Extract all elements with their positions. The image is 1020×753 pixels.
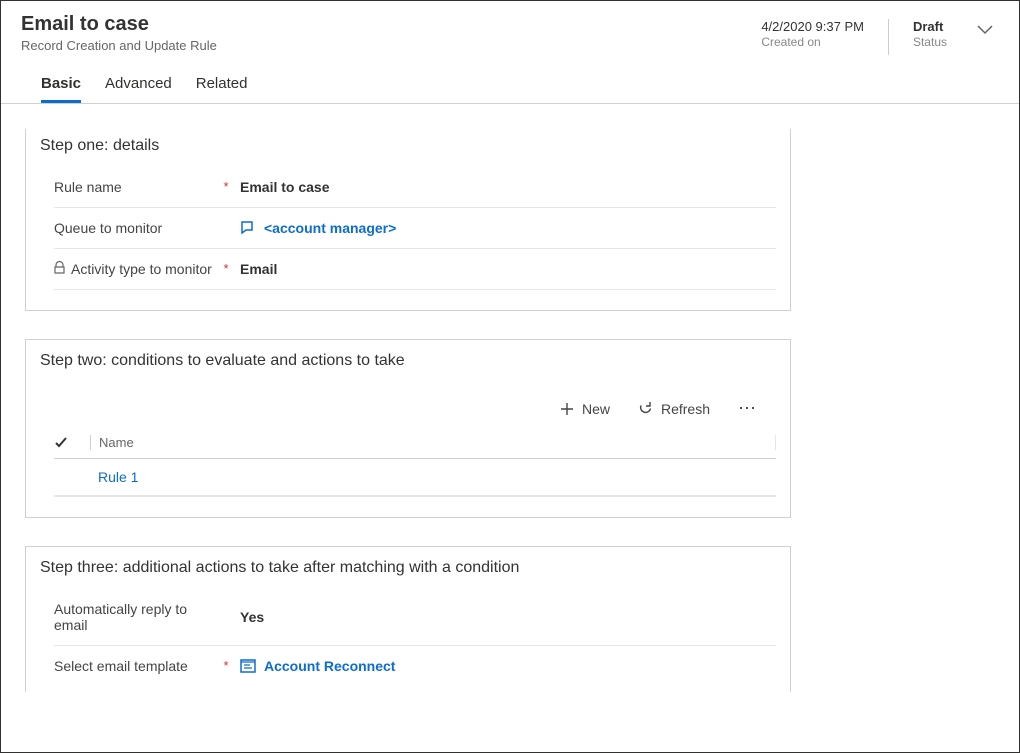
col-name-header[interactable]: Name <box>90 435 776 450</box>
created-on-label: Created on <box>761 35 864 49</box>
step-three-section: Step three: additional actions to take a… <box>25 546 791 692</box>
created-on-block: 4/2/2020 9:37 PM Created on <box>761 19 864 49</box>
chevron-down-icon[interactable] <box>971 19 999 41</box>
grid-header-row: Name <box>54 427 776 459</box>
field-auto-reply[interactable]: Automatically reply to email Yes <box>54 589 776 646</box>
step-two-toolbar: New Refresh ⋯ <box>40 382 776 427</box>
queue-icon <box>240 220 256 236</box>
title-block: Email to case Record Creation and Update… <box>21 13 761 103</box>
header-meta: 4/2/2020 9:37 PM Created on Draft Status <box>761 13 999 55</box>
required-mark: * <box>220 179 232 194</box>
table-row[interactable]: Rule 1 <box>54 459 776 496</box>
status-value: Draft <box>913 19 947 34</box>
step-two-section: Step two: conditions to evaluate and act… <box>25 339 791 518</box>
rule-link[interactable]: Rule 1 <box>90 469 776 485</box>
rule-name-value[interactable]: Email to case <box>232 179 330 195</box>
step-one-section: Step one: details Rule name * Email to c… <box>25 129 791 311</box>
select-all-check[interactable] <box>54 436 90 450</box>
tab-basic[interactable]: Basic <box>41 65 81 103</box>
more-commands-button[interactable]: ⋯ <box>738 398 758 419</box>
field-email-template[interactable]: Select email template * Account Reconnec… <box>54 646 776 686</box>
status-label: Status <box>913 35 947 49</box>
row-check[interactable] <box>54 469 90 485</box>
field-activity-type[interactable]: Activity type to monitor * Email <box>54 249 776 290</box>
conditions-grid: Name Rule 1 <box>54 427 776 497</box>
page-subtitle: Record Creation and Update Rule <box>21 38 761 53</box>
page-header: Email to case Record Creation and Update… <box>1 1 1019 104</box>
field-queue-monitor[interactable]: Queue to monitor <account manager> <box>54 208 776 249</box>
content-area[interactable]: Step one: details Rule name * Email to c… <box>1 129 1019 752</box>
created-on-value: 4/2/2020 9:37 PM <box>761 19 864 34</box>
auto-reply-label: Automatically reply to email <box>54 601 216 633</box>
plus-icon <box>560 402 574 416</box>
refresh-button[interactable]: Refresh <box>638 401 710 417</box>
lock-icon <box>54 261 65 274</box>
new-button[interactable]: New <box>560 401 610 417</box>
queue-label: Queue to monitor <box>54 220 216 236</box>
activity-type-value: Email <box>232 261 277 277</box>
template-icon <box>240 659 256 673</box>
step-one-title: Step one: details <box>40 137 776 155</box>
refresh-icon <box>638 401 653 416</box>
rule-name-label: Rule name <box>54 179 216 195</box>
page-title: Email to case <box>21 13 761 36</box>
template-label: Select email template <box>54 658 216 674</box>
queue-value-link[interactable]: <account manager> <box>232 220 396 236</box>
field-rule-name[interactable]: Rule name * Email to case <box>54 167 776 208</box>
step-two-title: Step two: conditions to evaluate and act… <box>40 352 776 370</box>
activity-type-label: Activity type to monitor <box>71 261 216 277</box>
tabs: Basic Advanced Related <box>21 65 761 103</box>
template-value-link[interactable]: Account Reconnect <box>232 658 395 674</box>
status-block: Draft Status <box>913 19 947 49</box>
tab-related[interactable]: Related <box>196 65 248 103</box>
required-mark: * <box>220 261 232 276</box>
auto-reply-value[interactable]: Yes <box>232 609 264 625</box>
meta-separator <box>888 19 889 55</box>
tab-advanced[interactable]: Advanced <box>105 65 172 103</box>
step-three-title: Step three: additional actions to take a… <box>40 559 776 577</box>
required-mark: * <box>220 658 232 673</box>
